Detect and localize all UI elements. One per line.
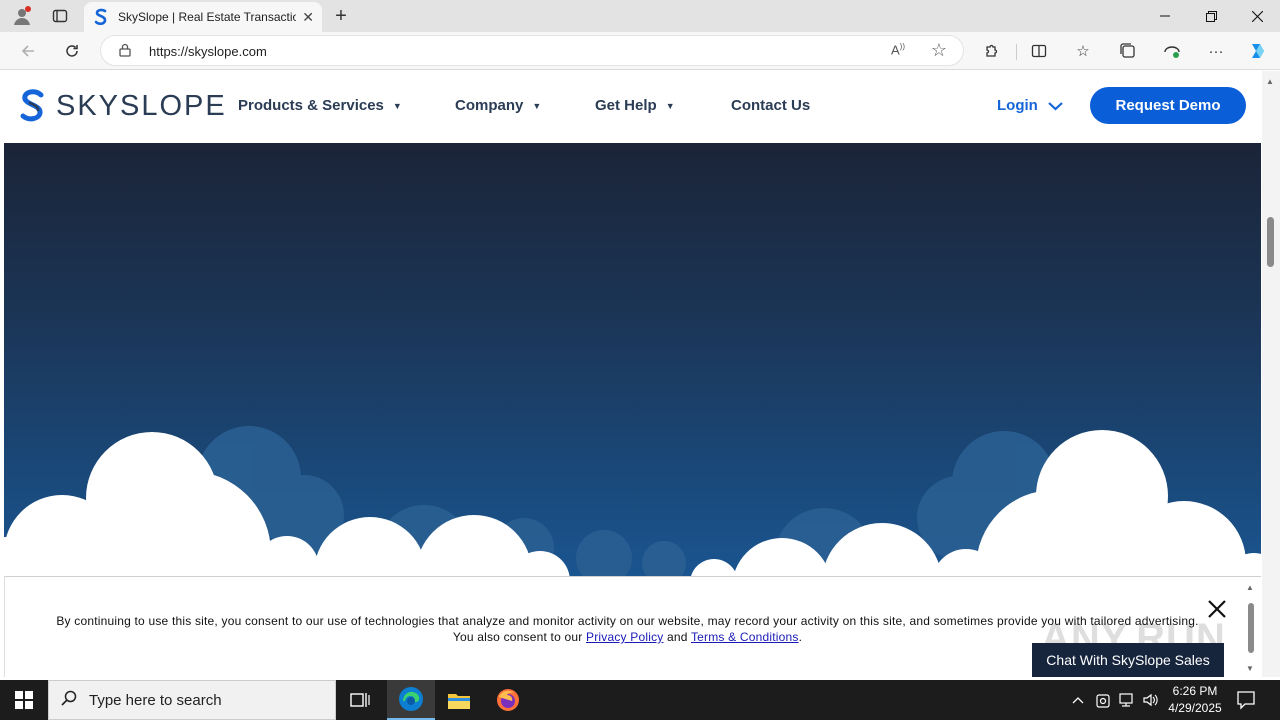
close-banner-icon[interactable] <box>1205 597 1229 621</box>
security-tray-icon[interactable] <box>1093 680 1113 720</box>
windows-logo-icon <box>15 691 33 709</box>
login-label: Login <box>997 97 1038 114</box>
browser-essentials-icon[interactable] <box>1157 38 1187 64</box>
nav-products-services[interactable]: Products & Services ▼ <box>238 97 402 114</box>
caret-down-icon: ▼ <box>532 100 542 111</box>
more-options-icon[interactable]: ··· <box>1201 38 1231 64</box>
cookie-text-and: and <box>667 630 688 644</box>
notification-center-icon[interactable] <box>1236 690 1256 715</box>
request-demo-button[interactable]: Request Demo <box>1090 87 1246 124</box>
hero-sky-banner <box>4 143 1261 577</box>
caret-down-icon: ▼ <box>392 100 402 111</box>
chevron-down-icon <box>1048 101 1063 110</box>
refresh-icon[interactable] <box>58 38 86 64</box>
clouds-illustration <box>4 426 1261 577</box>
privacy-policy-link[interactable]: Privacy Policy <box>586 630 663 644</box>
clock-time: 6:26 PM <box>1172 684 1218 698</box>
url-text[interactable]: https://skyslope.com <box>149 44 267 59</box>
logo-wordmark: SKYSLOPE <box>56 89 227 122</box>
page-scrollbar[interactable]: ▲ <box>1262 71 1280 677</box>
chat-with-sales-button[interactable]: Chat With SkySlope Sales <box>1032 643 1224 677</box>
close-tab-icon[interactable]: ✕ <box>302 9 314 26</box>
web-page: SKYSLOPE Products & Services ▼ Company ▼ G… <box>0 71 1280 677</box>
caret-down-icon: ▼ <box>665 100 675 111</box>
minimize-button[interactable] <box>1142 0 1188 32</box>
windows-taskbar: Type here to search 6:26 PM 4/29/2025 <box>0 680 1280 720</box>
extensions-icon[interactable] <box>976 38 1006 64</box>
profile-icon[interactable] <box>8 4 36 28</box>
favorite-star-icon[interactable]: ☆ <box>931 40 947 61</box>
system-clock[interactable]: 6:26 PM 4/29/2025 <box>1160 683 1230 717</box>
lock-icon[interactable] <box>119 43 131 60</box>
nav-label: Get Help <box>595 97 657 114</box>
nav-label: Company <box>455 97 524 114</box>
new-tab-button[interactable]: + <box>328 4 354 28</box>
skyslope-logo[interactable]: SKYSLOPE <box>18 89 227 123</box>
file-explorer-icon[interactable] <box>435 680 483 720</box>
clock-date: 4/29/2025 <box>1168 701 1222 715</box>
close-window-button[interactable] <box>1234 0 1280 32</box>
skyslope-s-logo-icon <box>20 89 44 122</box>
nav-label: Contact Us <box>731 97 811 114</box>
scroll-up-arrow-icon[interactable]: ▲ <box>1246 583 1254 592</box>
address-bar[interactable]: https://skyslope.com A)) ☆ <box>100 35 964 66</box>
cookie-text-period: . <box>798 630 803 644</box>
banner-scrollbar[interactable]: ▲ ▼ <box>1245 583 1259 673</box>
scroll-up-arrow-icon[interactable]: ▲ <box>1266 77 1274 86</box>
taskbar-search-box[interactable]: Type here to search <box>48 680 336 720</box>
browser-tab-active[interactable]: SkySlope | Real Estate Transaction ✕ <box>84 2 322 32</box>
restore-button[interactable] <box>1188 0 1234 32</box>
cookie-consent-banner: ANY.RUN By continuing to use this site, … <box>4 576 1261 677</box>
back-icon[interactable] <box>14 38 42 64</box>
copilot-icon[interactable] <box>1243 38 1273 64</box>
favorites-icon[interactable]: ☆ <box>1068 38 1098 64</box>
read-aloud-icon[interactable]: A)) <box>891 42 905 57</box>
scrollbar-thumb[interactable] <box>1267 217 1274 267</box>
nav-contact-us[interactable]: Contact Us <box>731 97 810 114</box>
skyslope-favicon-icon <box>94 8 107 26</box>
site-header: SKYSLOPE Products & Services ▼ Company ▼ G… <box>4 71 1262 143</box>
nav-company[interactable]: Company ▼ <box>455 97 541 114</box>
browser-tab-bar: SkySlope | Real Estate Transaction ✕ + <box>0 0 1280 32</box>
edge-taskbar-icon[interactable] <box>387 680 435 720</box>
show-hidden-icons-icon[interactable] <box>1068 680 1088 720</box>
toolbar-divider <box>1016 44 1017 60</box>
login-dropdown[interactable]: Login <box>997 97 1063 114</box>
tab-actions-icon[interactable] <box>46 4 74 28</box>
scroll-down-arrow-icon[interactable]: ▼ <box>1246 664 1254 673</box>
cookie-consent-text: By continuing to use this site, you cons… <box>55 613 1200 645</box>
search-icon <box>61 690 77 711</box>
network-icon[interactable] <box>1116 680 1138 720</box>
volume-icon[interactable] <box>1140 680 1162 720</box>
collections-icon[interactable] <box>1113 38 1143 64</box>
tab-title: SkySlope | Real Estate Transaction <box>118 10 297 24</box>
firefox-icon[interactable] <box>484 680 532 720</box>
browser-toolbar: https://skyslope.com A)) ☆ ☆ ··· <box>0 32 1280 70</box>
terms-conditions-link[interactable]: Terms & Conditions <box>691 630 799 644</box>
start-button[interactable] <box>0 680 48 720</box>
nav-label: Products & Services <box>238 97 384 114</box>
nav-get-help[interactable]: Get Help ▼ <box>595 97 675 114</box>
banner-scrollbar-thumb[interactable] <box>1248 603 1254 653</box>
split-screen-icon[interactable] <box>1024 38 1054 64</box>
task-view-icon[interactable] <box>336 680 384 720</box>
search-placeholder: Type here to search <box>89 691 222 709</box>
